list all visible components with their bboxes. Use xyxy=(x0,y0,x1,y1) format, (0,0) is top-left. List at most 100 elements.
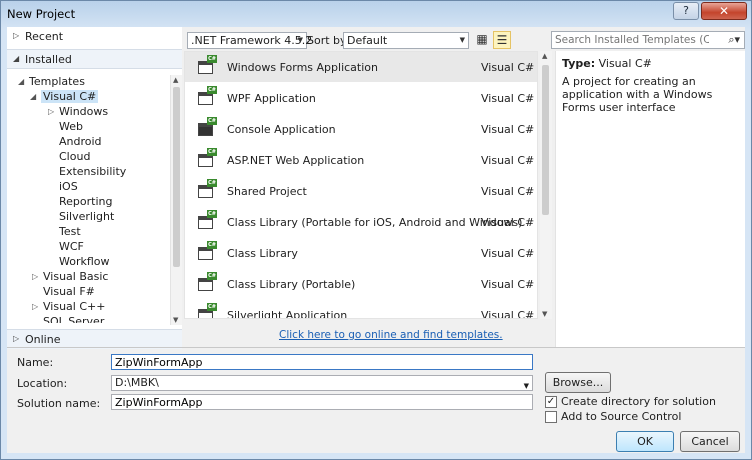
scroll-up-icon[interactable]: ▲ xyxy=(542,52,547,60)
solution-name-label: Solution name: xyxy=(17,397,101,410)
location-value: D:\MBK\ xyxy=(115,376,159,389)
expand-icon: ▷ xyxy=(13,334,20,343)
tree-item-workflow[interactable]: Workflow xyxy=(59,255,110,270)
scroll-thumb[interactable] xyxy=(173,87,180,267)
create-directory-label: Create directory for solution xyxy=(561,395,716,408)
tree-item-silverlight[interactable]: Silverlight xyxy=(59,210,114,225)
tree-item-web[interactable]: Web xyxy=(59,120,83,135)
template-row-wpf[interactable]: C# WPF Application Visual C# xyxy=(185,83,537,113)
tree-scrollbar[interactable]: ▲ ▼ xyxy=(170,75,182,325)
tree-item-visual-csharp[interactable]: ◢ Visual C# xyxy=(30,90,99,105)
template-row-class-library-portable[interactable]: C# Class Library (Portable) Visual C# xyxy=(185,269,537,299)
checkbox-box[interactable] xyxy=(545,411,557,423)
type-label: Type: xyxy=(562,57,596,70)
tree-item-sql-server[interactable]: SQL Server xyxy=(43,315,104,323)
class-library-icon: C# xyxy=(195,272,217,296)
small-icons-view-icon[interactable]: ▦ xyxy=(473,31,491,49)
scroll-down-icon[interactable]: ▼ xyxy=(173,316,178,324)
template-row-class-library[interactable]: C# Class Library Visual C# xyxy=(185,238,537,268)
divider xyxy=(7,347,745,348)
template-details-pane: Type: Visual C# A project for creating a… xyxy=(555,51,745,347)
template-language: Visual C# xyxy=(481,216,535,229)
help-button[interactable]: ? xyxy=(673,2,699,20)
tree-item-visual-basic[interactable]: ▷ Visual Basic xyxy=(32,270,108,285)
template-language: Visual C# xyxy=(481,247,535,260)
template-name: Class Library (Portable for iOS, Android… xyxy=(227,216,523,229)
tree-item-visual-cpp[interactable]: ▷ Visual C++ xyxy=(32,300,105,315)
tree-item-extensibility[interactable]: Extensibility xyxy=(59,165,126,180)
dropdown-arrow-icon: ▼ xyxy=(523,382,529,390)
tree-item-cloud[interactable]: Cloud xyxy=(59,150,90,165)
installed-label: Installed xyxy=(25,53,72,66)
collapse-icon: ◢ xyxy=(13,54,20,63)
class-library-icon: C# xyxy=(195,210,217,234)
template-language: Visual C# xyxy=(481,278,535,291)
tree-item-test[interactable]: Test xyxy=(59,225,81,240)
silverlight-icon: C# xyxy=(195,303,217,318)
search-icon[interactable]: ⌕▾ xyxy=(728,33,740,47)
template-name: Class Library xyxy=(227,247,298,260)
framework-value: .NET Framework 4.5.2 xyxy=(191,34,313,47)
collapse-icon[interactable]: ◢ xyxy=(30,92,36,101)
tree-item-wcf[interactable]: WCF xyxy=(59,240,84,255)
framework-select[interactable]: .NET Framework 4.5.2 ▼ xyxy=(187,32,312,49)
tree-item-reporting[interactable]: Reporting xyxy=(59,195,112,210)
sort-value: Default xyxy=(347,34,388,47)
collapse-icon[interactable]: ◢ xyxy=(18,77,24,86)
template-row-aspnet[interactable]: C# ASP.NET Web Application Visual C# xyxy=(185,145,537,175)
find-templates-online-link[interactable]: Click here to go online and find templat… xyxy=(279,329,503,341)
sort-select[interactable]: Default ▼ xyxy=(343,32,469,49)
close-button[interactable]: ✕ xyxy=(701,2,747,20)
console-icon: C# xyxy=(195,117,217,141)
scroll-down-icon[interactable]: ▼ xyxy=(542,310,547,318)
browse-button[interactable]: Browse... xyxy=(545,372,611,393)
recent-header[interactable]: ▷ Recent xyxy=(7,27,182,47)
location-select[interactable]: D:\MBK\ ▼ xyxy=(111,375,533,391)
ok-button[interactable]: OK xyxy=(616,431,674,452)
template-language: Visual C# xyxy=(481,123,535,136)
checkmark-icon[interactable]: ✓ xyxy=(545,396,557,408)
tree-item-visual-fsharp[interactable]: Visual F# xyxy=(43,285,95,300)
dropdown-arrow-icon: ▼ xyxy=(459,36,465,44)
location-label: Location: xyxy=(17,377,68,390)
expand-icon[interactable]: ▷ xyxy=(32,272,38,281)
search-box[interactable]: ⌕▾ xyxy=(551,31,745,49)
template-row-windows-forms[interactable]: C# Windows Forms Application Visual C# xyxy=(185,52,537,82)
name-input[interactable] xyxy=(111,354,533,370)
title-bar[interactable]: New Project ? ✕ xyxy=(1,1,751,27)
tree-item-templates[interactable]: ◢ Templates xyxy=(18,75,85,90)
template-list-scrollbar[interactable]: ▲ ▼ xyxy=(540,51,552,319)
expand-icon[interactable]: ▷ xyxy=(48,107,54,116)
name-label: Name: xyxy=(17,356,54,369)
scroll-thumb[interactable] xyxy=(542,65,549,215)
template-row-class-library-portable-xplat[interactable]: C# Class Library (Portable for iOS, Andr… xyxy=(185,207,537,237)
online-header[interactable]: ▷ Online xyxy=(7,329,182,349)
dropdown-arrow-icon: ▼ xyxy=(297,36,303,44)
solution-name-input[interactable] xyxy=(111,394,533,410)
expand-icon[interactable]: ▷ xyxy=(32,302,38,311)
template-row-console[interactable]: C# Console Application Visual C# xyxy=(185,114,537,144)
template-name: WPF Application xyxy=(227,92,316,105)
tree-item-ios[interactable]: iOS xyxy=(59,180,78,195)
template-name: Shared Project xyxy=(227,185,307,198)
template-name: Class Library (Portable) xyxy=(227,278,356,291)
type-value: Visual C# xyxy=(598,57,652,70)
template-type: Type: Visual C# xyxy=(562,57,652,70)
scroll-up-icon[interactable]: ▲ xyxy=(173,76,178,84)
list-view-icon[interactable]: ☰ xyxy=(493,31,511,49)
installed-header[interactable]: ◢ Installed xyxy=(7,49,182,69)
cancel-button[interactable]: Cancel xyxy=(680,431,740,452)
template-row-silverlight[interactable]: C# Silverlight Application Visual C# xyxy=(185,300,537,319)
online-label: Online xyxy=(25,333,61,346)
dialog-body: ▷ Recent ◢ Installed ◢ Templates ◢ Visua… xyxy=(7,27,745,453)
add-source-control-label: Add to Source Control xyxy=(561,410,682,423)
tree-item-windows[interactable]: ▷ Windows xyxy=(48,105,108,120)
search-input[interactable] xyxy=(552,32,712,47)
template-row-shared-project[interactable]: C# Shared Project Visual C# xyxy=(185,176,537,206)
template-name: Silverlight Application xyxy=(227,309,348,319)
template-language: Visual C# xyxy=(481,92,535,105)
tree-item-android[interactable]: Android xyxy=(59,135,102,150)
class-library-icon: C# xyxy=(195,241,217,265)
template-name: Console Application xyxy=(227,123,336,136)
template-name: ASP.NET Web Application xyxy=(227,154,365,167)
